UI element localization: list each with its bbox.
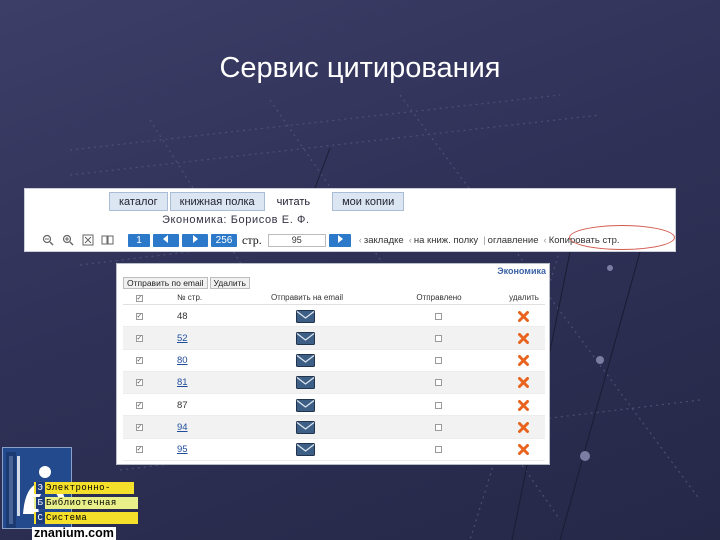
red-cross-icon[interactable] xyxy=(513,439,533,461)
table-row: ✓ 81 xyxy=(123,371,545,395)
logo-line-1: Э Электронно- xyxy=(34,482,134,494)
page-number-link[interactable]: 95 xyxy=(177,439,217,461)
table-row: ✓ 48 xyxy=(123,305,545,328)
table-row: ✓ 95 xyxy=(123,439,545,462)
logo-line-2: Б Библиотечная xyxy=(34,497,138,509)
first-page-button[interactable]: 1 xyxy=(128,233,150,247)
copies-panel: Экономика Отправить по email Удалить ✓ №… xyxy=(116,263,550,465)
page-number-link[interactable]: 48 xyxy=(177,305,217,327)
reader-toolbar: каталог книжная полка читать мои копии Э… xyxy=(24,188,676,252)
table-row: ✓ 87 xyxy=(123,394,545,417)
page-number-link[interactable]: 87 xyxy=(177,394,217,416)
logo-line-1-text: Электронно- xyxy=(46,483,111,493)
page-number-input[interactable]: 95 xyxy=(267,233,326,247)
red-cross-icon[interactable] xyxy=(513,416,533,438)
logo-line-2-text: Библиотечная xyxy=(46,498,117,508)
envelope-icon[interactable] xyxy=(295,327,315,349)
tab-read[interactable]: читать xyxy=(266,192,321,211)
row-checkbox[interactable]: ✓ xyxy=(132,372,146,394)
red-cross-icon[interactable] xyxy=(513,305,533,327)
table-body: ✓ 48 ✓ 52 ✓ 80 ✓ 81 ✓ 87 ✓ 94 ✓ 95 xyxy=(123,305,545,462)
row-checkbox[interactable]: ✓ xyxy=(132,416,146,438)
envelope-icon[interactable] xyxy=(295,416,315,438)
zoom-out-icon[interactable] xyxy=(41,234,54,247)
delete-button[interactable]: Удалить xyxy=(209,277,250,289)
red-cross-icon[interactable] xyxy=(513,350,533,372)
row-checkbox[interactable]: ✓ xyxy=(132,327,146,349)
header-send-email: Отправить на email xyxy=(270,293,344,302)
send-email-button[interactable]: Отправить по email xyxy=(123,277,208,289)
select-all-checkbox[interactable]: ✓ xyxy=(132,293,146,302)
sent-checkbox xyxy=(431,394,445,416)
sent-checkbox xyxy=(431,372,445,394)
zoom-in-icon[interactable] xyxy=(61,234,74,247)
bookmark-link[interactable]: ‹ закладке xyxy=(359,235,404,246)
tab-bar: каталог книжная полка читать мои копии xyxy=(109,192,406,211)
sent-checkbox xyxy=(431,416,445,438)
fit-page-icon[interactable] xyxy=(81,234,94,247)
table-row: ✓ 80 xyxy=(123,350,545,372)
envelope-icon[interactable] xyxy=(295,305,315,327)
tab-bookshelf[interactable]: книжная полка xyxy=(169,192,265,211)
to-bookshelf-link[interactable]: ‹ на книж. полку xyxy=(409,235,478,246)
envelope-icon[interactable] xyxy=(295,350,315,372)
logo-line-3-text: Система xyxy=(46,513,88,523)
row-checkbox[interactable]: ✓ xyxy=(132,305,146,327)
go-page-button[interactable] xyxy=(328,233,351,247)
red-cross-icon[interactable] xyxy=(513,327,533,349)
envelope-icon[interactable] xyxy=(295,372,315,394)
page-number-link[interactable]: 52 xyxy=(177,327,217,349)
page-number-link[interactable]: 81 xyxy=(177,372,217,394)
table-row: ✓ 52 xyxy=(123,327,545,350)
page-number-link[interactable]: 94 xyxy=(177,416,217,438)
next-page-button[interactable] xyxy=(182,233,208,247)
envelope-icon[interactable] xyxy=(295,394,315,416)
highlight-ellipse xyxy=(569,225,675,250)
triangle-right-icon xyxy=(337,234,343,243)
sent-checkbox xyxy=(431,350,445,372)
row-checkbox[interactable]: ✓ xyxy=(132,350,146,372)
table-row: ✓ 94 xyxy=(123,416,545,439)
triangle-left-icon xyxy=(163,234,168,243)
page-word-label: стр. xyxy=(242,232,262,247)
prev-page-button[interactable] xyxy=(153,233,179,247)
red-cross-icon[interactable] xyxy=(513,394,533,416)
header-page: № стр. xyxy=(177,293,203,302)
tab-catalog[interactable]: каталог xyxy=(109,192,168,211)
logo-line-3: С Система xyxy=(34,512,138,524)
sent-checkbox xyxy=(431,327,445,349)
header-sent: Отправлено xyxy=(416,293,462,302)
two-page-icon[interactable] xyxy=(101,234,114,247)
logo-url: znanium.com xyxy=(32,526,116,540)
row-checkbox[interactable]: ✓ xyxy=(132,394,146,416)
page-navigation: 1 256 стр. 95 ‹ закладке ‹ на книж. полку … xyxy=(41,232,620,248)
tab-my-copies[interactable]: мои копии xyxy=(332,192,405,211)
book-title: Экономика: Борисов Е. Ф. xyxy=(162,214,310,226)
slide-title: Сервис цитирования xyxy=(219,52,501,84)
table-header: ✓ № стр. Отправить на email Отправлено у… xyxy=(123,293,545,305)
panel-actions: Отправить по email Удалить xyxy=(123,277,252,289)
library-logo: Э Электронно- Б Библиотечная С Система znan… xyxy=(0,444,138,540)
envelope-icon[interactable] xyxy=(295,439,315,461)
panel-book-title: Экономика xyxy=(497,266,546,276)
sent-checkbox xyxy=(431,305,445,327)
red-cross-icon[interactable] xyxy=(513,372,533,394)
page-number-link[interactable]: 80 xyxy=(177,350,217,372)
triangle-right-icon xyxy=(193,234,198,243)
header-delete: удалить xyxy=(509,293,539,302)
last-page-button[interactable]: 256 xyxy=(211,233,237,247)
sent-checkbox xyxy=(431,439,445,461)
contents-link[interactable]: | оглавление xyxy=(483,235,538,246)
